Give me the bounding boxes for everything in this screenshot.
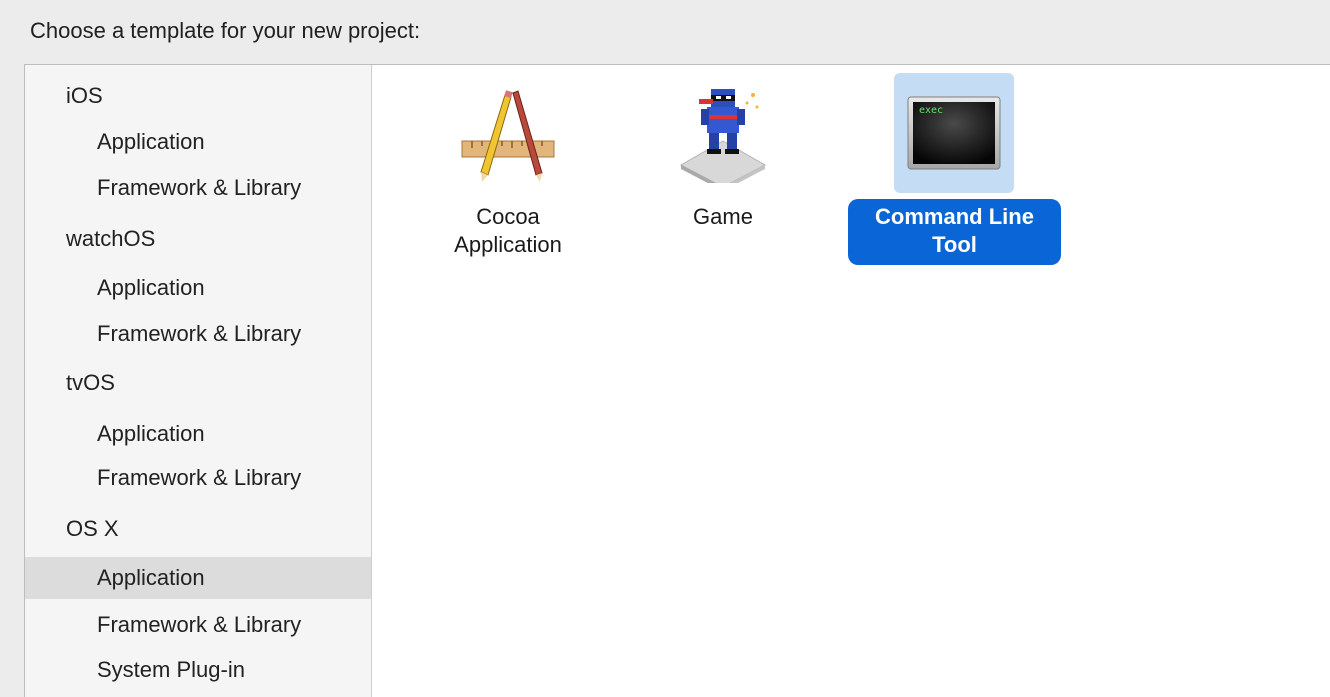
- icon-frame-selected: exec: [894, 73, 1014, 193]
- sidebar-platform-ios[interactable]: iOS: [25, 75, 371, 117]
- sidebar-item-watchos-application[interactable]: Application: [25, 267, 371, 309]
- page-title: Choose a template for your new project:: [30, 18, 421, 43]
- template-cocoa-application[interactable]: Cocoa Application: [418, 65, 598, 265]
- sidebar-item-tvos-framework-library[interactable]: Framework & Library: [25, 457, 371, 499]
- terminal-exec-text: exec: [919, 105, 943, 116]
- template-game[interactable]: Game: [633, 65, 813, 265]
- sidebar-item-ios-framework-library[interactable]: Framework & Library: [25, 167, 371, 209]
- sidebar-item-osx-framework-library[interactable]: Framework & Library: [25, 604, 371, 646]
- terminal-exec-icon: exec: [907, 96, 1001, 170]
- template-label: Game: [693, 204, 753, 229]
- template-command-line-tool[interactable]: exec Command Line Tool: [848, 65, 1061, 265]
- sidebar-item-watchos-framework-library[interactable]: Framework & Library: [25, 313, 371, 355]
- cocoa-application-icon: [461, 90, 555, 182]
- template-grid: Cocoa Application Game exec Command Line…: [372, 65, 1330, 697]
- game-icon: [679, 89, 767, 183]
- sidebar-item-osx-system-plugin[interactable]: System Plug-in: [25, 649, 371, 691]
- template-label: Command Line Tool: [848, 199, 1061, 265]
- icon-frame: [448, 73, 568, 193]
- platform-sidebar: iOS Application Framework & Library watc…: [25, 65, 372, 697]
- sidebar-platform-osx[interactable]: OS X: [25, 508, 371, 550]
- sidebar-item-osx-application[interactable]: Application: [25, 557, 371, 599]
- template-label: Cocoa Application: [454, 204, 562, 257]
- sidebar-item-ios-application[interactable]: Application: [25, 121, 371, 163]
- template-panel: iOS Application Framework & Library watc…: [24, 64, 1330, 697]
- icon-frame: [663, 73, 783, 193]
- sidebar-platform-tvos[interactable]: tvOS: [25, 362, 371, 404]
- sidebar-platform-watchos[interactable]: watchOS: [25, 218, 371, 260]
- sidebar-item-tvos-application[interactable]: Application: [25, 413, 371, 455]
